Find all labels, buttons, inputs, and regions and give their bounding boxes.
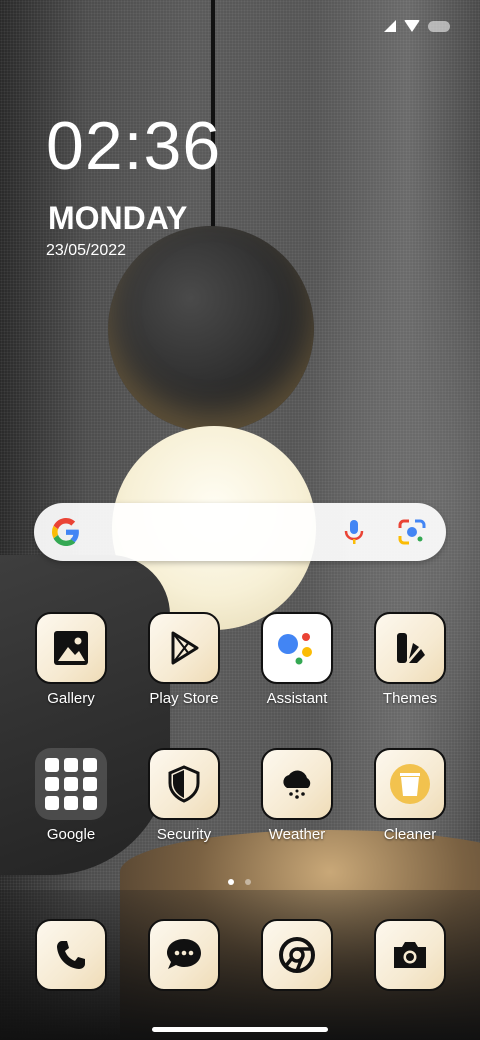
app-label: Cleaner — [383, 826, 437, 843]
google-g-icon — [52, 518, 79, 546]
home-gesture-bar[interactable] — [152, 1027, 328, 1032]
themes-icon — [374, 612, 446, 684]
lens-icon[interactable] — [398, 519, 426, 545]
page-indicator — [228, 879, 251, 885]
gallery-icon — [35, 612, 107, 684]
app-label: Gallery — [47, 690, 95, 707]
mic-icon[interactable] — [342, 518, 366, 546]
app-cleaner[interactable]: Cleaner — [360, 748, 460, 843]
dock-messages[interactable] — [134, 919, 234, 991]
dock-camera[interactable] — [360, 919, 460, 991]
app-label: Themes — [382, 690, 438, 707]
camera-icon — [374, 919, 446, 991]
google-search-bar[interactable] — [34, 503, 446, 561]
battery-icon — [428, 20, 450, 32]
trash-icon — [374, 748, 446, 820]
app-assistant[interactable]: Assistant — [247, 612, 347, 707]
clock-date: 23/05/2022 — [46, 242, 127, 259]
status-bar — [384, 20, 450, 32]
app-label: Play Store — [149, 690, 219, 707]
phone-icon — [35, 919, 107, 991]
app-label: Security — [156, 826, 212, 843]
app-label: Assistant — [266, 690, 328, 707]
wifi-icon — [404, 20, 420, 32]
app-label: Google — [46, 826, 96, 843]
signal-icon — [384, 20, 396, 32]
app-label: Weather — [268, 826, 326, 843]
app-security[interactable]: Security — [134, 748, 234, 843]
assistant-icon — [261, 612, 333, 684]
chrome-icon — [261, 919, 333, 991]
weather-cloud-icon — [261, 748, 333, 820]
dock-chrome[interactable] — [247, 919, 347, 991]
app-weather[interactable]: Weather — [247, 748, 347, 843]
clock-time[interactable]: 02:36 — [46, 112, 221, 180]
app-themes[interactable]: Themes — [360, 612, 460, 707]
app-play-store[interactable]: Play Store — [134, 612, 234, 707]
app-google-folder[interactable]: Google — [21, 748, 121, 843]
google-folder-icon — [35, 748, 107, 820]
page-dot — [245, 879, 251, 885]
page-dot-active — [228, 879, 234, 885]
messages-icon — [148, 919, 220, 991]
dark-sphere — [108, 226, 314, 432]
clock-day: MONDAY — [48, 200, 188, 236]
shield-icon — [148, 748, 220, 820]
dock-phone[interactable] — [21, 919, 121, 991]
play-store-icon — [148, 612, 220, 684]
app-gallery[interactable]: Gallery — [21, 612, 121, 707]
